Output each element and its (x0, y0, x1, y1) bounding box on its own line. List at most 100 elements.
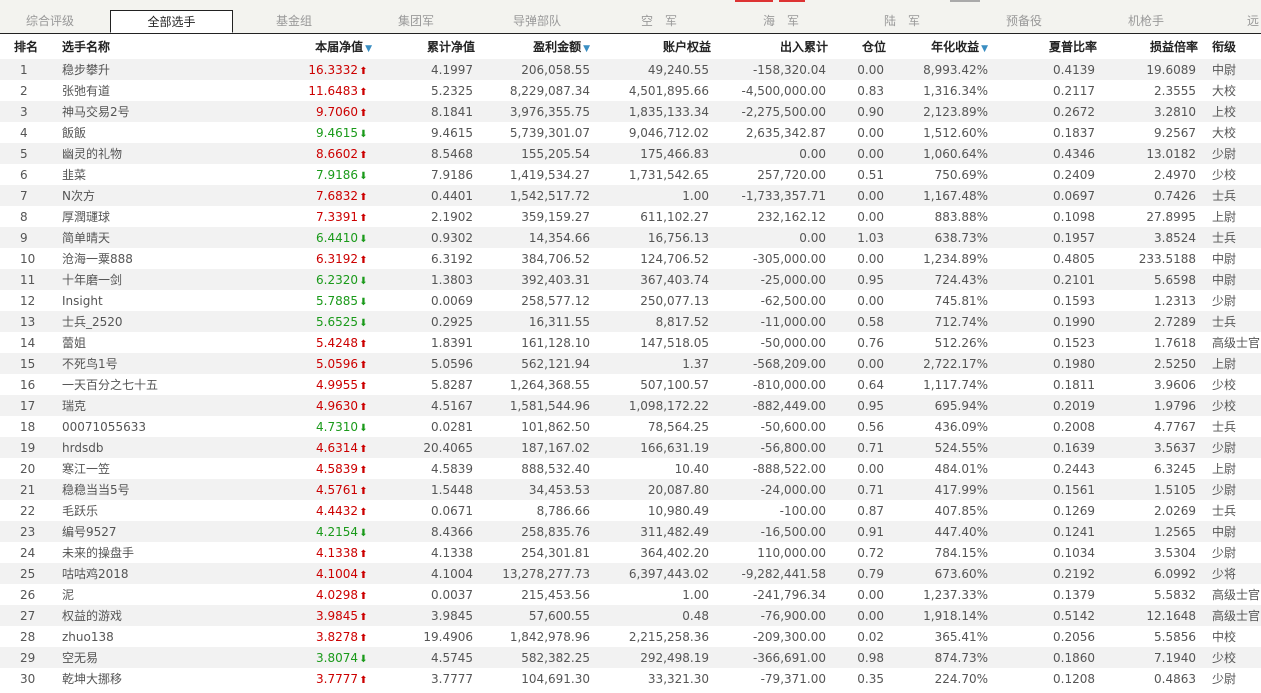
nav-cell: 4.2154⬇ (170, 521, 374, 542)
player-name-link[interactable]: 00071055633 (52, 416, 170, 437)
tab-machine-gunner[interactable]: 机枪手 (1107, 10, 1185, 32)
player-name-link[interactable]: 蕾姐 (52, 332, 170, 353)
table-row[interactable]: 21 稳稳当当5号 4.5761⬆ 1.5448 34,453.53 20,087.80-… (0, 479, 1261, 500)
annual-cell: 8,993.42% (886, 59, 990, 80)
col-flow-header[interactable]: 出入累计 (711, 34, 828, 59)
player-name-link[interactable]: zhuo138 (52, 626, 170, 647)
sort-desc-icon[interactable]: ▼ (365, 44, 372, 54)
sharpe-cell: 0.1241 (990, 521, 1097, 542)
table-row[interactable]: 27 权益的游戏 3.9845⬆ 3.9845 57,600.55 0.48 -76,900… (0, 605, 1261, 626)
table-row[interactable]: 3 神马交易2号 9.7060⬆ 8.1841 3,976,355.75 1,835,13… (0, 101, 1261, 122)
col-name-header[interactable]: 选手名称 (52, 34, 170, 59)
table-row[interactable]: 30 乾坤大挪移 3.7777⬆ 3.7777 104,691.30 33,321.30-… (0, 668, 1261, 689)
tab-missile-force[interactable]: 导弹部队 (498, 10, 576, 32)
player-name-link[interactable]: 飯飯 (52, 122, 170, 143)
table-row[interactable]: 1 稳步攀升 16.3332⬆ 4.1997 206,058.55 49,240.55 -1… (0, 59, 1261, 80)
player-name-link[interactable]: 士兵_2520 (52, 311, 170, 332)
player-name-link[interactable]: 十年磨一剑 (52, 269, 170, 290)
player-name-link[interactable]: 张弛有道 (52, 80, 170, 101)
ratio-cell: 19.6089 (1097, 59, 1198, 80)
player-name-link[interactable]: 空无易 (52, 647, 170, 668)
tab-army[interactable]: 陆 军 (863, 10, 941, 32)
player-name-link[interactable]: 神马交易2号 (52, 101, 170, 122)
col-rank-header[interactable]: 排名 (0, 34, 52, 59)
player-name-link[interactable]: 寒江一笠 (52, 458, 170, 479)
nav-cell: 6.4410⬇ (170, 227, 374, 248)
table-row[interactable]: 7 N次方 7.6832⬆ 0.4401 1,542,517.72 1.00 -1,733,… (0, 185, 1261, 206)
table-row[interactable]: 25 咕咕鸡2018 4.1004⬆ 4.1004 13,278,277.73 6,397… (0, 563, 1261, 584)
player-name-link[interactable]: 未来的操盘手 (52, 542, 170, 563)
player-name-link[interactable]: Insight (52, 290, 170, 311)
player-name-link[interactable]: 厚潤璭球 (52, 206, 170, 227)
cum-nav-cell: 4.5745 (374, 647, 475, 668)
player-name-link[interactable]: 韭菜 (52, 164, 170, 185)
tab-reserve[interactable]: 预备役 (985, 10, 1063, 32)
annual-cell: 673.60% (886, 563, 990, 584)
col-position-header[interactable]: 仓位 (828, 34, 886, 59)
player-name-link[interactable]: 乾坤大挪移 (52, 668, 170, 689)
col-ratio-header[interactable]: 损益倍率 (1097, 34, 1198, 59)
col-profit-header[interactable]: 盈利金额 ▼ (475, 34, 592, 59)
table-row[interactable]: 5 幽灵的礼物 8.6602⬆ 8.5468 155,205.54 175,466.83 0… (0, 143, 1261, 164)
col-cum-nav-header[interactable]: 累计净值 (374, 34, 475, 59)
table-row[interactable]: 2 张弛有道 11.6483⬆ 5.2325 8,229,087.34 4,501,895… (0, 80, 1261, 101)
player-name-link[interactable]: 不死鸟1号 (52, 353, 170, 374)
table-row[interactable]: 11 十年磨一剑 6.2320⬇ 1.3803 392,403.31 367,403.74… (0, 269, 1261, 290)
table-row[interactable]: 24 未来的操盘手 4.1338⬆ 4.1338 254,301.81 364,402.2… (0, 542, 1261, 563)
equity-cell: 292,498.19 (592, 647, 711, 668)
table-row[interactable]: 20 寒江一笠 4.5839⬆ 4.5839 888,532.40 10.40 -888,5… (0, 458, 1261, 479)
table-row[interactable]: 22 毛跃乐 4.4432⬆ 0.0671 8,786.66 10,980.49 -100.… (0, 500, 1261, 521)
tab-truncated[interactable]: 远 (1243, 10, 1261, 32)
player-name-link[interactable]: 编号9527 (52, 521, 170, 542)
cum-nav-cell: 19.4906 (423, 629, 473, 644)
col-nav-header[interactable]: 本届净值 ▼ (170, 34, 374, 59)
tab-air-force[interactable]: 空 军 (620, 10, 698, 32)
player-name-link[interactable]: 权益的游戏 (52, 605, 170, 626)
tab-navy[interactable]: 海 军 (742, 10, 820, 32)
table-row[interactable]: 29 空无易 3.8074⬇ 4.5745 582,382.25 292,498.19 -3… (0, 647, 1261, 668)
col-annual-header[interactable]: 年化收益 ▼ (886, 34, 990, 59)
player-name-link[interactable]: 沧海一粟888 (52, 248, 170, 269)
table-row[interactable]: 16 一天百分之七十五 4.9955⬆ 5.8287 1,264,368.55 507,1… (0, 374, 1261, 395)
player-name-link[interactable]: 一天百分之七十五 (52, 374, 170, 395)
player-name-link[interactable]: 幽灵的礼物 (52, 143, 170, 164)
player-name-link[interactable]: 瑞克 (52, 395, 170, 416)
sort-desc-icon[interactable]: ▼ (583, 44, 590, 54)
table-row[interactable]: 28 zhuo138 3.8278⬆ 19.4906 1,842,978.96 2,215… (0, 626, 1261, 647)
rank-cell: 12 (20, 293, 36, 308)
table-row[interactable]: 26 泥 4.0298⬆ 0.0037 215,453.56 1.00 -241,796.3… (0, 584, 1261, 605)
grade-cell: 少尉 (1212, 546, 1237, 560)
col-equity-header[interactable]: 账户权益 (592, 34, 711, 59)
table-row[interactable]: 19 hrdsdb 4.6314⬆ 20.4065 187,167.02 166,631.… (0, 437, 1261, 458)
tab-all-players[interactable]: 全部选手 (110, 10, 233, 33)
tab-composite-rating[interactable]: 综合评级 (10, 10, 90, 32)
tab-army-group[interactable]: 集团军 (377, 10, 455, 32)
player-name-link[interactable]: 稳稳当当5号 (52, 479, 170, 500)
player-name-link[interactable]: hrdsdb (52, 437, 170, 458)
table-row[interactable]: 13 士兵_2520 5.6525⬇ 0.2925 16,311.55 8,817.52-… (0, 311, 1261, 332)
table-row[interactable]: 10 沧海一粟888 6.3192⬆ 6.3192 384,706.52 124,706.… (0, 248, 1261, 269)
player-name-link[interactable]: 咕咕鸡2018 (52, 563, 170, 584)
table-row[interactable]: 12 Insight 5.7885⬇ 0.0069 258,577.12 250,077.… (0, 290, 1261, 311)
arrow-up-icon: ⬆ (359, 380, 368, 392)
player-name-link[interactable]: 泥 (52, 584, 170, 605)
table-row[interactable]: 23 编号9527 4.2154⬇ 8.4366 258,835.76 311,482.4… (0, 521, 1261, 542)
sort-desc-icon[interactable]: ▼ (981, 44, 988, 54)
table-row[interactable]: 14 蕾姐 5.4248⬆ 1.8391 161,128.10 147,518.05 -50… (0, 332, 1261, 353)
flow-cell: 0.00 (711, 143, 828, 164)
table-row[interactable]: 17 瑞克 4.9630⬆ 4.5167 1,581,544.96 1,098,172.2… (0, 395, 1261, 416)
table-row[interactable]: 4 飯飯 9.4615⬇ 9.4615 5,739,301.07 9,046,712.02… (0, 122, 1261, 143)
table-row[interactable]: 6 韭菜 7.9186⬇ 7.9186 1,419,534.27 1,731,542.65… (0, 164, 1261, 185)
player-name-link[interactable]: 毛跃乐 (52, 500, 170, 521)
player-name-link[interactable]: 稳步攀升 (52, 59, 170, 80)
player-name-link[interactable]: N次方 (52, 185, 170, 206)
table-row[interactable]: 15 不死鸟1号 5.0596⬆ 5.0596 562,121.94 1.37 -568,2… (0, 353, 1261, 374)
table-row[interactable]: 9 简单晴天 6.4410⬇ 0.9302 14,354.66 16,756.13 0.00… (0, 227, 1261, 248)
col-grade-header[interactable]: 衔级 (1198, 34, 1261, 59)
player-name-link[interactable]: 简单晴天 (52, 227, 170, 248)
col-sharpe-header[interactable]: 夏普比率 (990, 34, 1097, 59)
profit-cell: 1,842,978.96 (509, 629, 590, 644)
tab-fund-group[interactable]: 基金组 (255, 10, 333, 32)
table-row[interactable]: 18 00071055633 4.7310⬇ 0.0281 101,862.50 78,5… (0, 416, 1261, 437)
table-row[interactable]: 8 厚潤璭球 7.3391⬆ 2.1902 359,159.27 611,102.27 23… (0, 206, 1261, 227)
